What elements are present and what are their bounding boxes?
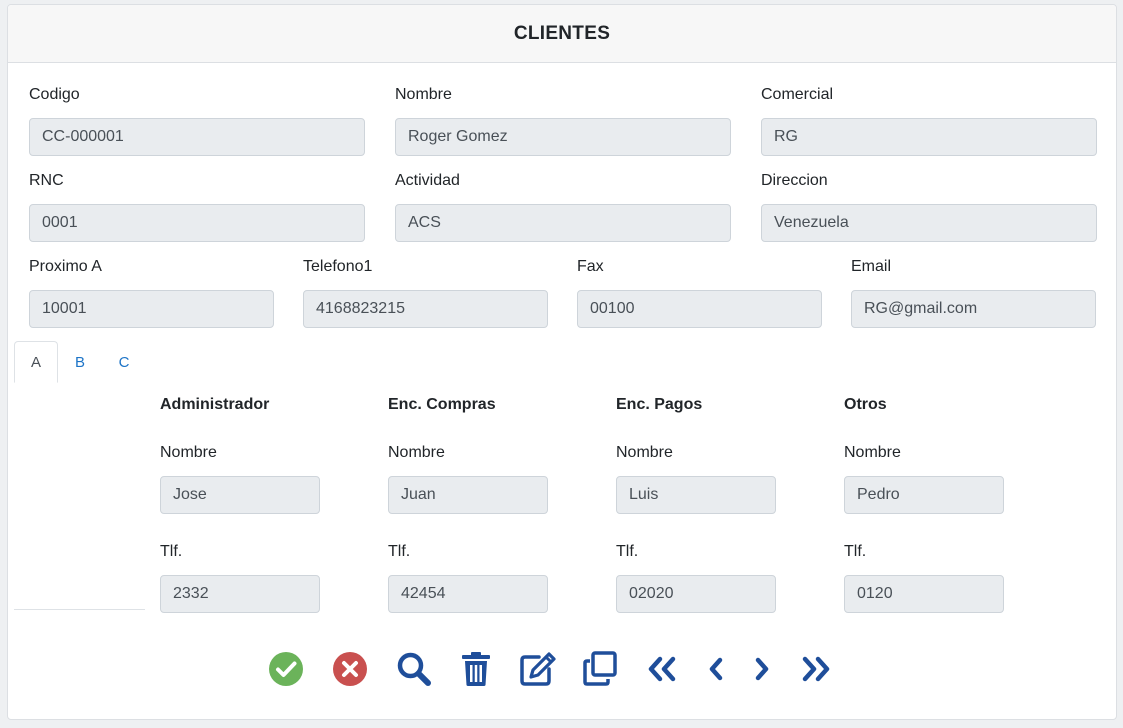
actividad-label: Actividad [395, 172, 460, 189]
proximo-field-group: Proximo A [29, 257, 274, 328]
fax-field-group: Fax [577, 257, 822, 328]
contact-name-input[interactable] [616, 476, 776, 514]
cancel-button[interactable] [330, 649, 370, 689]
nombre-field-group: Nombre [395, 85, 731, 156]
contact-phone-input[interactable] [616, 575, 776, 613]
email-field-group: Email [851, 257, 1096, 328]
fax-input[interactable] [577, 290, 822, 328]
contact-title: Administrador [160, 396, 270, 413]
actividad-input[interactable] [395, 204, 731, 242]
angle-left-icon [709, 657, 723, 681]
rnc-label: RNC [29, 172, 64, 189]
angle-right-icon [755, 657, 769, 681]
form-row-3: Proximo A Telefono1 Fax Email [29, 257, 1096, 328]
contacts-panel: Administrador Nombre Tlf. Enc. Compras N… [160, 395, 1072, 641]
times-circle-icon [333, 652, 367, 686]
contact-title: Enc. Compras [388, 396, 496, 413]
contact-phone-input[interactable] [388, 575, 548, 613]
search-icon [397, 652, 431, 686]
next-record-button[interactable] [742, 649, 782, 689]
check-circle-icon [269, 652, 303, 686]
contact-name-label: Nombre [616, 444, 673, 461]
clientes-card: CLIENTES Codigo Nombre Comercial RNC Act… [7, 4, 1117, 720]
nombre-label: Nombre [395, 86, 452, 103]
edit-icon [520, 652, 556, 686]
telefono1-input[interactable] [303, 290, 548, 328]
contact-phone-label: Tlf. [388, 543, 411, 560]
contact-name-input[interactable] [388, 476, 548, 514]
proximo-input[interactable] [29, 290, 274, 328]
codigo-input[interactable] [29, 118, 365, 156]
direccion-label: Direccion [761, 172, 828, 189]
contact-name-label: Nombre [844, 444, 901, 461]
comercial-label: Comercial [761, 86, 834, 103]
contact-name-label: Nombre [388, 444, 445, 461]
tab-a[interactable]: A [14, 341, 58, 383]
angle-double-left-icon [648, 656, 676, 682]
contact-title: Enc. Pagos [616, 396, 703, 413]
codigo-field-group: Codigo [29, 85, 365, 156]
first-record-button[interactable] [642, 649, 682, 689]
rnc-input[interactable] [29, 204, 365, 242]
proximo-label: Proximo A [29, 258, 102, 275]
tab-b[interactable]: B [58, 341, 102, 383]
rnc-field-group: RNC [29, 171, 365, 242]
comercial-field-group: Comercial [761, 85, 1097, 156]
telefono1-field-group: Telefono1 [303, 257, 548, 328]
contact-name-input[interactable] [160, 476, 320, 514]
nombre-input[interactable] [395, 118, 731, 156]
tab-c[interactable]: C [102, 341, 146, 383]
direccion-field-group: Direccion [761, 171, 1097, 242]
edit-button[interactable] [518, 649, 558, 689]
contact-name-label: Nombre [160, 444, 217, 461]
contact-enc-compras: Enc. Compras Nombre Tlf. [388, 395, 616, 641]
confirm-button[interactable] [266, 649, 306, 689]
card-header: CLIENTES [8, 5, 1116, 63]
angle-double-right-icon [802, 656, 830, 682]
contact-phone-input[interactable] [844, 575, 1004, 613]
contact-phone-label: Tlf. [160, 543, 183, 560]
clone-button[interactable] [580, 649, 620, 689]
form-row-1: Codigo Nombre Comercial [29, 85, 1097, 156]
contact-phone-input[interactable] [160, 575, 320, 613]
email-input[interactable] [851, 290, 1096, 328]
clone-icon [583, 651, 617, 686]
actividad-field-group: Actividad [395, 171, 731, 242]
contact-phone-label: Tlf. [616, 543, 639, 560]
previous-record-button[interactable] [696, 649, 736, 689]
tab-divider [14, 609, 145, 610]
delete-button[interactable] [456, 649, 496, 689]
fax-label: Fax [577, 258, 604, 275]
action-toolbar [266, 649, 836, 689]
contact-enc-pagos: Enc. Pagos Nombre Tlf. [616, 395, 844, 641]
trash-icon [462, 652, 490, 686]
page-title: CLIENTES [513, 22, 611, 44]
telefono1-label: Telefono1 [303, 258, 373, 275]
contact-phone-label: Tlf. [844, 543, 867, 560]
codigo-label: Codigo [29, 86, 80, 103]
search-button[interactable] [394, 649, 434, 689]
contact-otros: Otros Nombre Tlf. [844, 395, 1072, 641]
contact-tabs: A B C [14, 341, 146, 383]
contact-administrador: Administrador Nombre Tlf. [160, 395, 388, 641]
contact-title: Otros [844, 396, 887, 413]
contact-name-input[interactable] [844, 476, 1004, 514]
direccion-input[interactable] [761, 204, 1097, 242]
last-record-button[interactable] [796, 649, 836, 689]
email-label: Email [851, 258, 892, 275]
comercial-input[interactable] [761, 118, 1097, 156]
form-row-2: RNC Actividad Direccion [29, 171, 1097, 242]
